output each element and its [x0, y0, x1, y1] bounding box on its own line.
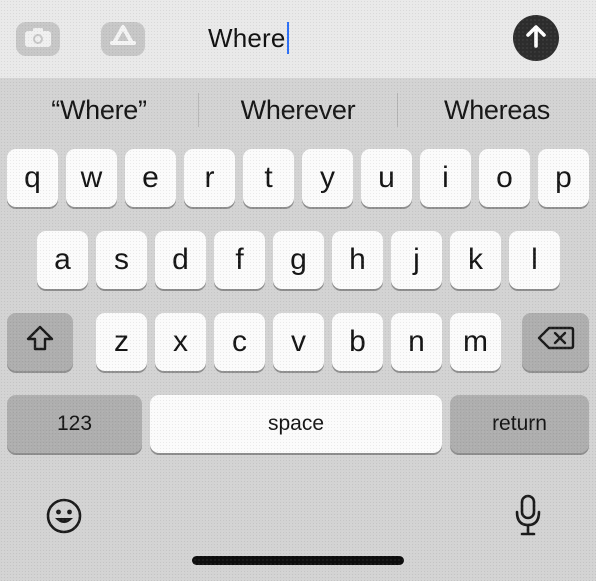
- delete-icon: [537, 325, 575, 359]
- send-button[interactable]: [513, 15, 559, 61]
- key-j[interactable]: j: [391, 231, 442, 289]
- key-x[interactable]: x: [155, 313, 206, 371]
- key-n[interactable]: n: [391, 313, 442, 371]
- key-c[interactable]: c: [214, 313, 265, 371]
- key-b[interactable]: b: [332, 313, 383, 371]
- numbers-key-label: 123: [56, 412, 93, 435]
- key-d[interactable]: d: [155, 231, 206, 289]
- key-y[interactable]: y: [302, 149, 353, 207]
- emoji-icon: [45, 497, 83, 540]
- numbers-key[interactable]: 123: [7, 395, 142, 453]
- key-s[interactable]: s: [96, 231, 147, 289]
- microphone-icon: [513, 493, 543, 542]
- key-m[interactable]: m: [450, 313, 501, 371]
- shift-icon: [25, 324, 55, 360]
- message-bar: Where: [0, 0, 596, 78]
- text-caret: [286, 22, 289, 54]
- key-f[interactable]: f: [214, 231, 265, 289]
- keyboard: “Where” Wherever Whereas q w e r t y u i…: [0, 78, 596, 581]
- app-store-icon: [108, 24, 138, 55]
- key-t[interactable]: t: [243, 149, 294, 207]
- key-g[interactable]: g: [273, 231, 324, 289]
- suggestion-3[interactable]: Whereas: [398, 78, 596, 142]
- emoji-button[interactable]: [42, 496, 86, 540]
- suggestion-bar: “Where” Wherever Whereas: [0, 78, 596, 142]
- dictation-button[interactable]: [508, 492, 548, 542]
- key-i[interactable]: i: [420, 149, 471, 207]
- home-indicator[interactable]: [192, 556, 404, 565]
- return-key-label: return: [492, 412, 547, 435]
- key-q[interactable]: q: [7, 149, 58, 207]
- arrow-up-icon: [524, 23, 548, 54]
- camera-icon: [24, 26, 52, 53]
- space-key[interactable]: space: [150, 395, 442, 453]
- key-o[interactable]: o: [479, 149, 530, 207]
- key-p[interactable]: p: [538, 149, 589, 207]
- key-e[interactable]: e: [125, 149, 176, 207]
- key-h[interactable]: h: [332, 231, 383, 289]
- key-l[interactable]: l: [509, 231, 560, 289]
- key-a[interactable]: a: [37, 231, 88, 289]
- key-r[interactable]: r: [184, 149, 235, 207]
- delete-key[interactable]: [522, 313, 589, 371]
- key-z[interactable]: z: [96, 313, 147, 371]
- apps-button[interactable]: [101, 22, 145, 56]
- suggestion-2[interactable]: Wherever: [199, 78, 397, 142]
- camera-button[interactable]: [16, 22, 60, 56]
- key-u[interactable]: u: [361, 149, 412, 207]
- return-key[interactable]: return: [450, 395, 589, 453]
- key-w[interactable]: w: [66, 149, 117, 207]
- space-key-label: space: [267, 412, 325, 435]
- key-v[interactable]: v: [273, 313, 324, 371]
- shift-key[interactable]: [7, 313, 73, 371]
- key-k[interactable]: k: [450, 231, 501, 289]
- suggestion-1[interactable]: “Where”: [0, 78, 198, 142]
- message-input-text: Where: [208, 22, 286, 53]
